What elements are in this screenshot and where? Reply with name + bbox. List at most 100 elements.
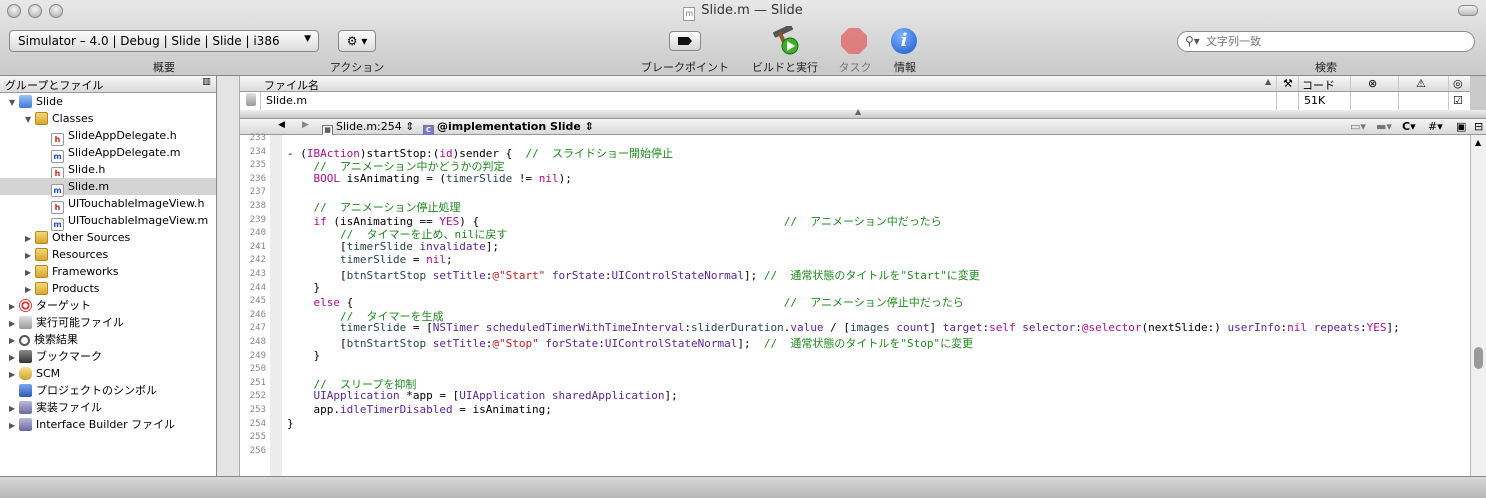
toolbar-toggle-button[interactable] [1458, 5, 1478, 16]
folder-icon [35, 231, 48, 244]
sidebar-item-label: 実行可能ファイル [36, 316, 124, 329]
disclosure-closed-icon[interactable]: ▶ [9, 315, 19, 332]
action-menu-button[interactable]: ⚙ ▾ [338, 30, 376, 52]
sidebar-item[interactable]: ▶ 検索結果 [0, 331, 216, 348]
search-input[interactable] [1206, 34, 1466, 49]
disclosure-closed-icon[interactable]: ▶ [25, 230, 35, 247]
split-editor-icon[interactable]: ⊟ [1474, 120, 1483, 133]
splitter[interactable] [217, 76, 240, 476]
line-number: 234 [249, 146, 266, 157]
sidebar-item[interactable]: ▶ Interface Builder ファイル [0, 416, 216, 433]
scroll-up-icon[interactable]: ▲ [1475, 138, 1481, 147]
editor-splitter[interactable]: ▲ [240, 107, 1486, 119]
column-code[interactable]: コード [1302, 77, 1335, 93]
sidebar-item[interactable]: ▶ ターゲット [0, 297, 216, 314]
sidebar-item[interactable]: ▼ Classes [0, 110, 216, 127]
scroll-thumb[interactable] [1474, 347, 1483, 369]
sidebar-item[interactable]: ▼ Slide [0, 93, 216, 110]
code-line[interactable]: UIApplication *app = [UIApplication shar… [287, 389, 678, 402]
back-arrow-icon[interactable]: ◀ [278, 120, 285, 130]
code-line[interactable]: } [287, 349, 320, 362]
toolbar-area: m Slide.m — Slide Simulator – 4.0 | Debug… [0, 0, 1486, 76]
sidebar-item[interactable]: ▶ ブックマーク [0, 348, 216, 365]
code-line[interactable]: timerSlide = nil; [287, 253, 453, 266]
code-line[interactable]: } [287, 281, 320, 294]
overview-popup-value: Simulator – 4.0 | Debug | Slide | Slide … [18, 34, 280, 48]
search-field[interactable]: ⚲▾ [1177, 31, 1475, 52]
line-number: 235 [249, 160, 266, 171]
disclosure-open-icon[interactable]: ▼ [25, 111, 35, 128]
disclosure-closed-icon[interactable]: ▶ [9, 332, 19, 349]
errors-column-icon[interactable]: ⊗ [1368, 77, 1377, 90]
sidebar-item[interactable]: ▶ 実行可能ファイル [0, 314, 216, 331]
disclosure-closed-icon[interactable]: ▶ [9, 366, 19, 383]
code-editor[interactable]: 233 234 235 236 237 238 239 240 241 242 243 244 245 2… [240, 133, 1470, 476]
disclosure-closed-icon[interactable]: ▶ [9, 298, 19, 315]
line-number: 250 [249, 364, 266, 375]
disclosure-open-icon[interactable]: ▼ [9, 94, 19, 111]
sidebar-item[interactable]: ▶ SCM [0, 365, 216, 382]
disclosure-closed-icon[interactable]: ▶ [25, 281, 35, 298]
counterpart-icon[interactable]: C▾ [1402, 120, 1416, 133]
sidebar-item-label: SlideAppDelegate.m [68, 146, 181, 159]
warnings-column-icon[interactable]: ⚠ [1416, 77, 1426, 90]
build-column-icon[interactable]: ⚒ [1283, 77, 1293, 90]
sidebar-item[interactable]: プロジェクトのシンボル [0, 382, 216, 399]
info-button[interactable]: i [891, 28, 917, 54]
disclosure-closed-icon[interactable]: ▶ [25, 247, 35, 264]
line-number: 252 [249, 391, 266, 402]
symbol-text: @implementation Slide [437, 120, 581, 133]
overview-popup[interactable]: Simulator – 4.0 | Debug | Slide | Slide … [9, 30, 319, 52]
tasks-label: タスク [838, 61, 872, 74]
code-line[interactable]: app.idleTimerDisabled = isAnimating; [287, 403, 551, 416]
window-title: m Slide.m — Slide [0, 3, 1486, 21]
sidebar-item-label: Frameworks [52, 265, 119, 278]
sidebar-item[interactable]: m SlideAppDelegate.m [0, 144, 216, 163]
breakpoints-label: ブレークポイント [641, 61, 729, 74]
vertical-scrollbar[interactable]: ▲ [1470, 135, 1486, 476]
editor-navigation-bar: ◀ ▶ ▦ Slide.m:254 ⇕ C @implementation Slid… [240, 119, 1486, 136]
breakpoints-menu-icon[interactable]: ▬▾ [1376, 120, 1392, 133]
code-size-cell: 51K [1304, 94, 1326, 107]
line-number: 245 [249, 296, 266, 307]
code-line[interactable]: [btnStartStop setTitle:@"Stop" forState:… [287, 335, 973, 351]
sidebar-item[interactable]: ▶ 実装ファイル [0, 399, 216, 416]
code-folding-ribbon[interactable] [270, 135, 282, 476]
disclosure-closed-icon[interactable]: ▶ [9, 400, 19, 417]
code-line[interactable]: } [287, 417, 294, 430]
splitter-grip-icon: ▲ [855, 107, 862, 116]
target-column-icon[interactable]: ◎ [1453, 77, 1463, 90]
sidebar-item[interactable]: ▶ Products [0, 280, 216, 297]
sidebar-item[interactable]: h UITouchableImageView.h [0, 195, 216, 214]
bookmarks-icon[interactable]: ▭▾ [1350, 120, 1366, 133]
target-checkbox[interactable]: ☑ [1453, 94, 1463, 107]
sidebar-item[interactable]: h SlideAppDelegate.h [0, 127, 216, 146]
code-line[interactable]: [btnStartStop setTitle:@"Start" forState… [287, 267, 980, 283]
disclosure-closed-icon[interactable]: ▶ [25, 264, 35, 281]
forward-arrow-icon[interactable]: ▶ [302, 120, 309, 130]
build-and-run-button[interactable] [768, 26, 802, 56]
sidebar-item[interactable]: m UITouchableImageView.m [0, 212, 216, 231]
breakpoints-button[interactable] [669, 31, 701, 51]
sidebar-item[interactable]: ▶ Frameworks [0, 263, 216, 280]
file-history-popup[interactable]: ▦ Slide.m:254 ⇕ [322, 120, 414, 136]
sidebar-item-label: Slide.h [68, 163, 106, 176]
sidebar-item[interactable]: m Slide.m [0, 178, 216, 197]
sidebar-options-icon[interactable]: ▥ [200, 77, 213, 90]
disclosure-closed-icon[interactable]: ▶ [9, 349, 19, 366]
sort-arrow-icon: ▲ [1265, 77, 1272, 86]
code-line[interactable]: BOOL isAnimating = (timerSlide != nil); [287, 172, 572, 185]
code-line[interactable]: timerSlide = [NSTimer scheduledTimerWith… [287, 321, 1400, 334]
tasks-stop-button[interactable] [841, 28, 867, 54]
column-file-name[interactable]: ファイル名 [264, 77, 319, 93]
includes-icon[interactable]: #▾ [1428, 120, 1443, 133]
sidebar-item[interactable]: h Slide.h [0, 161, 216, 180]
disclosure-closed-icon[interactable]: ▶ [9, 417, 19, 434]
symbol-popup[interactable]: C @implementation Slide ⇕ [423, 120, 594, 136]
line-number: 240 [249, 228, 266, 239]
sidebar-item[interactable]: ▶ Other Sources [0, 229, 216, 246]
code-line[interactable]: [timerSlide invalidate]; [287, 240, 499, 253]
sidebar-item[interactable]: ▶ Resources [0, 246, 216, 263]
info-label: 情報 [894, 61, 916, 74]
lock-icon[interactable]: ▣ [1456, 120, 1466, 133]
